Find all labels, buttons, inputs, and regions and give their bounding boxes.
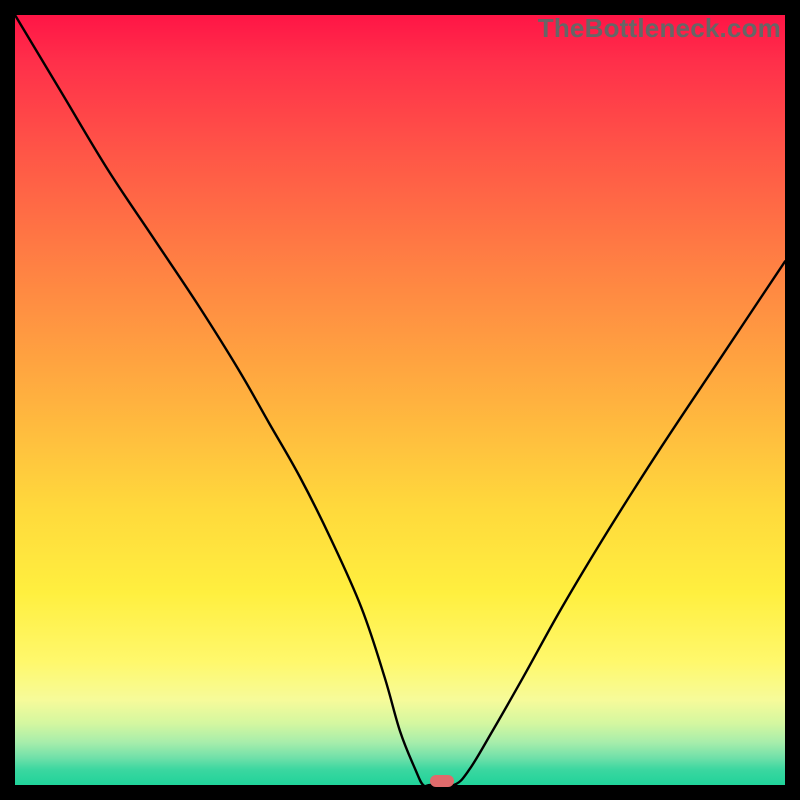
chart-curve-svg — [15, 15, 785, 785]
curve-marker — [430, 775, 454, 787]
bottleneck-curve-path — [15, 15, 785, 785]
watermark-text: TheBottleneck.com — [538, 13, 781, 44]
chart-frame: TheBottleneck.com — [15, 15, 785, 785]
